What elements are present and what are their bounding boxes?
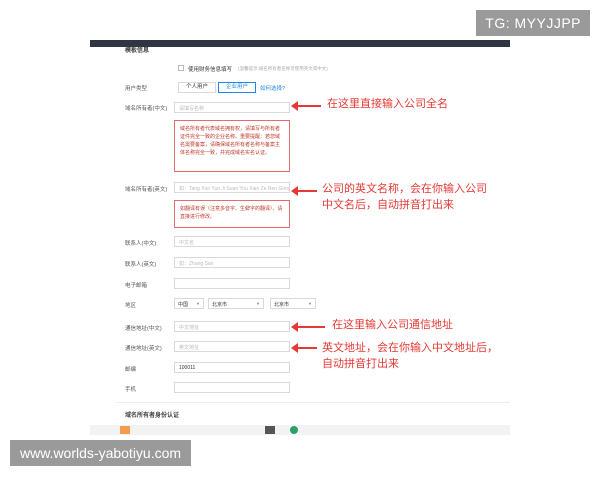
email-label: 电子邮箱 — [125, 283, 148, 289]
province-value: 北京市 — [212, 302, 228, 308]
annotation-line: 英文地址，会在你输入中文地址后， — [322, 342, 498, 354]
section-title: 模板信息 — [125, 48, 150, 54]
address-en-label: 通信地址(英文) — [125, 346, 162, 352]
owner-en-label: 域名所有者(英文) — [125, 187, 168, 193]
annotation-owner-en: 公司的英文名称，会在你输入公司 中文名后，自动拼音打出来 — [322, 181, 487, 213]
email-input[interactable] — [174, 278, 290, 289]
country-select[interactable]: 中国 ▼ — [174, 298, 204, 309]
user-type-company-button[interactable]: 企业用户 — [218, 82, 256, 93]
contact-en-input[interactable]: 如：Zhang San — [174, 257, 290, 268]
bottom-bar — [90, 425, 510, 435]
verify-section-title: 域名所有者身份认证 — [125, 413, 180, 419]
annotation-line: 在这里直接输入公司全名 — [327, 98, 448, 110]
bottom-green-icon — [290, 426, 298, 434]
annotation-line: 公司的英文名称，会在你输入公司 — [322, 183, 487, 195]
how-to-choose-link[interactable]: 如何选择? — [260, 84, 285, 92]
phone-label: 手机 — [125, 387, 137, 393]
annotation-address-en: 英文地址，会在你输入中文地址后， 自动拼音打出来 — [322, 340, 498, 372]
address-cn-label: 通信地址(中文) — [125, 326, 162, 332]
city-select[interactable]: 北京市 ▼ — [270, 298, 316, 309]
owner-en-note: 如翻译有误（注意多音字、生僻字的翻译），请直接进行修改。 — [174, 200, 290, 228]
region-label: 地区 — [125, 303, 137, 309]
use-existing-checkbox[interactable] — [178, 65, 184, 71]
annotation-line: 中文名后，自动拼音打出来 — [322, 199, 454, 211]
annotation-owner-cn: 在这里直接输入公司全名 — [327, 96, 448, 112]
chevron-down-icon: ▼ — [308, 301, 312, 306]
phone-input[interactable] — [174, 382, 290, 393]
postcode-label: 邮编 — [125, 367, 137, 373]
bottom-orange-icon — [120, 426, 130, 434]
use-existing-label: 使用财务信息填写 — [188, 67, 233, 73]
arrow-icon — [291, 322, 325, 332]
contact-cn-label: 联系人(中文) — [125, 241, 157, 247]
arrow-icon — [291, 101, 321, 111]
postcode-input[interactable]: 100011 — [174, 362, 290, 373]
chevron-down-icon: ▼ — [196, 301, 200, 306]
annotation-line: 在这里输入公司通信地址 — [332, 319, 453, 331]
bottom-dark-icon — [265, 426, 275, 434]
address-en-input[interactable]: 英文地址 — [174, 341, 290, 352]
owner-en-input[interactable]: 如：Tang Xun Yun Ji Suan You Xian Ze Ren G… — [174, 182, 290, 193]
watermark-top-right: TG: MYYJJPP — [476, 10, 590, 36]
use-existing-hint: (温馨提示:域名所有者名称可使用英文或中文) — [238, 66, 328, 71]
section-divider — [115, 402, 510, 403]
arrow-icon — [291, 343, 317, 353]
contact-cn-input[interactable]: 中文名 — [174, 236, 290, 247]
owner-cn-label: 域名所有者(中文) — [125, 106, 168, 112]
owner-cn-note: 域名所有者代表域名拥有权，请填写与所有者证件完全一致的企业名称。重要提醒：若您域… — [174, 120, 290, 172]
contact-en-label: 联系人(英文) — [125, 262, 157, 268]
annotation-line: 自动拼音打出来 — [322, 358, 399, 370]
city-value: 北京市 — [274, 302, 290, 308]
arrow-icon — [291, 186, 317, 196]
owner-cn-input[interactable]: 请填写名称 — [174, 102, 290, 113]
province-select[interactable]: 北京市 ▼ — [208, 298, 264, 309]
watermark-bottom-left: www.worlds-yabotiyu.com — [10, 440, 192, 466]
user-type-label: 用户类型 — [125, 86, 148, 92]
address-cn-input[interactable]: 中文地址 — [174, 321, 290, 332]
chevron-down-icon: ▼ — [256, 301, 260, 306]
annotation-address-cn: 在这里输入公司通信地址 — [332, 317, 453, 333]
top-bar — [90, 40, 510, 47]
country-value: 中国 — [178, 302, 189, 308]
user-type-personal-button[interactable]: 个人用户 — [178, 82, 216, 93]
